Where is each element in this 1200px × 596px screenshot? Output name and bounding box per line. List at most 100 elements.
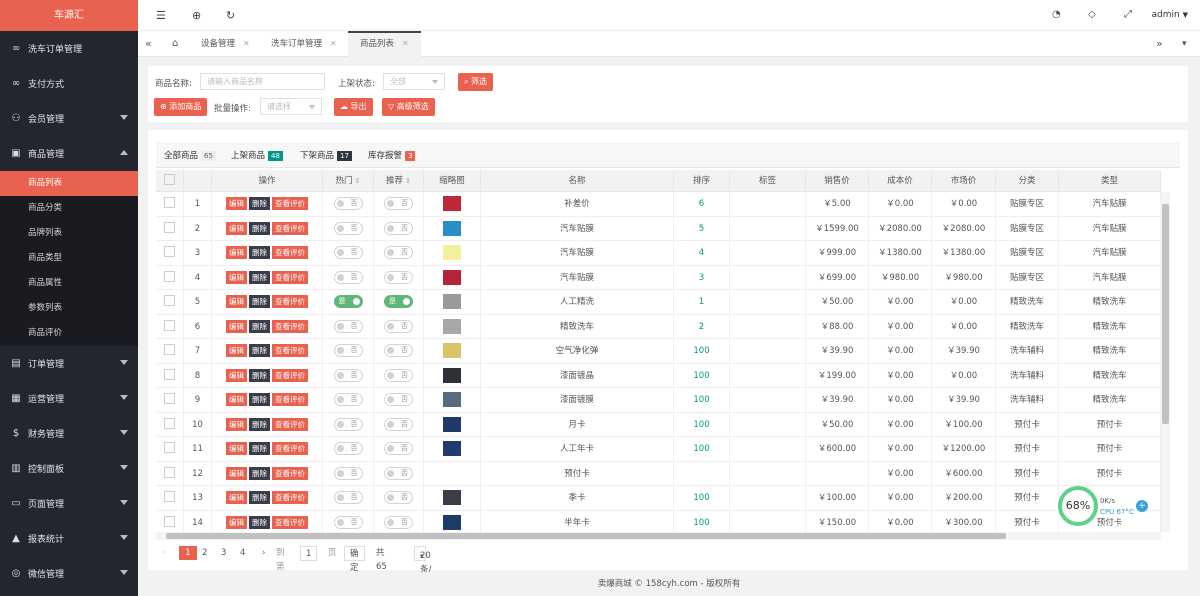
checkbox[interactable]: [164, 174, 175, 185]
row-checkbox[interactable]: [164, 515, 175, 527]
status-tab-0[interactable]: 全部商品 65: [164, 149, 216, 161]
search-button[interactable]: ⌕ 筛选: [458, 73, 494, 91]
page-3[interactable]: 3: [221, 546, 226, 560]
advanced-filter-button[interactable]: ▽ 高级筛选: [382, 98, 435, 116]
review-button[interactable]: 查看评价: [272, 221, 308, 235]
goto-confirm-button[interactable]: 确定: [344, 546, 365, 573]
expand-icon[interactable]: +: [1136, 500, 1148, 512]
edit-button[interactable]: 编辑: [226, 466, 247, 480]
tabs-menu-icon[interactable]: ▾: [1182, 31, 1187, 57]
recommend-toggle[interactable]: 否: [384, 442, 413, 455]
delete-button[interactable]: 删除: [249, 515, 270, 529]
review-button[interactable]: 查看评价: [272, 393, 308, 406]
cell-sort[interactable]: 100: [674, 339, 730, 364]
vertical-scroll-thumb[interactable]: [1162, 204, 1169, 424]
tab-wash-orders[interactable]: 洗车订单管理 ✕: [271, 31, 337, 57]
recommend-toggle[interactable]: 否: [384, 466, 413, 480]
goto-page-input[interactable]: 1: [300, 546, 318, 561]
tabs-next-icon[interactable]: »: [1156, 31, 1163, 57]
row-checkbox[interactable]: [164, 368, 175, 380]
next-page-icon[interactable]: ›: [262, 546, 265, 560]
page-4[interactable]: 4: [240, 546, 245, 560]
sidebar-subitem-1[interactable]: 商品分类: [0, 196, 138, 221]
select-all-checkbox[interactable]: [156, 170, 184, 191]
cell-sort[interactable]: 100: [674, 510, 730, 532]
review-button[interactable]: 查看评价: [272, 319, 308, 333]
recommend-toggle[interactable]: 否: [384, 393, 413, 406]
hot-toggle[interactable]: 否: [333, 246, 363, 259]
edit-button[interactable]: 编辑: [226, 295, 247, 308]
status-tab-3[interactable]: 库存报警 3: [368, 149, 416, 161]
sidebar-item-8[interactable]: ▭ 页面管理: [0, 486, 138, 521]
sidebar-item-3[interactable]: ▣ 商品管理: [0, 136, 138, 171]
sidebar-subitem-0[interactable]: 商品列表: [0, 171, 138, 196]
delete-button[interactable]: 删除: [249, 368, 270, 382]
sidebar-item-1[interactable]: ∞ 支付方式: [0, 66, 138, 101]
recommend-toggle[interactable]: 否: [384, 417, 413, 431]
home-icon[interactable]: ⌂: [172, 31, 178, 57]
delete-button[interactable]: 删除: [249, 270, 270, 284]
review-button[interactable]: 查看评价: [272, 442, 308, 455]
delete-button[interactable]: 删除: [249, 221, 270, 235]
product-thumbnail[interactable]: [443, 220, 461, 236]
hot-toggle[interactable]: 否: [333, 270, 363, 284]
cell-sort[interactable]: [674, 461, 730, 486]
horizontal-scroll-thumb[interactable]: [166, 533, 1006, 539]
delete-button[interactable]: 删除: [249, 491, 270, 504]
review-button[interactable]: 查看评价: [272, 344, 308, 357]
row-checkbox[interactable]: [164, 246, 175, 257]
sort-icon[interactable]: ⇕: [403, 177, 411, 185]
edit-button[interactable]: 编辑: [226, 368, 247, 382]
delete-button[interactable]: 删除: [249, 417, 270, 431]
product-thumbnail[interactable]: [443, 343, 461, 358]
close-icon[interactable]: ✕: [243, 39, 250, 48]
row-checkbox[interactable]: [164, 344, 175, 355]
sidebar-item-5[interactable]: ▦ 运营管理: [0, 381, 138, 416]
review-button[interactable]: 查看评价: [272, 515, 308, 529]
product-thumbnail[interactable]: [443, 318, 461, 334]
product-thumbnail[interactable]: [443, 294, 461, 309]
theme-icon[interactable]: ◔: [1052, 9, 1061, 20]
row-checkbox[interactable]: [164, 270, 175, 282]
status-select[interactable]: 全部: [383, 73, 445, 90]
hot-toggle[interactable]: 否: [333, 197, 363, 210]
product-thumbnail[interactable]: [443, 416, 461, 432]
hot-toggle[interactable]: 否: [333, 344, 363, 357]
row-checkbox[interactable]: [164, 442, 175, 453]
row-checkbox[interactable]: [164, 197, 175, 208]
edit-button[interactable]: 编辑: [226, 319, 247, 333]
edit-button[interactable]: 编辑: [226, 417, 247, 431]
product-thumbnail[interactable]: [443, 441, 461, 456]
row-checkbox[interactable]: [164, 417, 175, 429]
prev-page-icon[interactable]: ‹: [162, 546, 165, 560]
cell-sort[interactable]: 3: [674, 265, 730, 290]
recommend-toggle[interactable]: 否: [384, 221, 413, 235]
tabs-prev-icon[interactable]: «: [145, 31, 152, 57]
cell-sort[interactable]: 100: [674, 437, 730, 462]
cell-sort[interactable]: 100: [674, 388, 730, 413]
export-button[interactable]: ☁ 导出: [334, 98, 373, 116]
product-thumbnail[interactable]: [443, 490, 461, 505]
review-button[interactable]: 查看评价: [272, 295, 308, 308]
column-header-rec[interactable]: 推荐 ⇕: [374, 170, 424, 191]
sidebar-subitem-6[interactable]: 商品评价: [0, 321, 138, 346]
sidebar-subitem-4[interactable]: 商品属性: [0, 271, 138, 296]
menu-toggle-icon[interactable]: ☰: [156, 9, 166, 22]
sidebar-item-6[interactable]: $ 财务管理: [0, 416, 138, 451]
page-1[interactable]: 1: [179, 546, 197, 560]
admin-menu[interactable]: admin ▼: [1152, 10, 1188, 20]
hot-toggle[interactable]: 否: [333, 393, 363, 406]
product-thumbnail[interactable]: [443, 196, 461, 211]
cell-sort[interactable]: 100: [674, 412, 730, 437]
close-icon[interactable]: ✕: [330, 39, 337, 48]
fullscreen-icon[interactable]: ⤢: [1124, 9, 1132, 20]
sidebar-subitem-2[interactable]: 品牌列表: [0, 221, 138, 246]
refresh-icon[interactable]: ↻: [226, 9, 235, 22]
delete-button[interactable]: 删除: [249, 319, 270, 333]
sidebar-subitem-5[interactable]: 参数列表: [0, 296, 138, 321]
add-product-button[interactable]: ⊕ 添加商品: [154, 98, 208, 116]
hot-toggle[interactable]: 否: [333, 442, 363, 455]
tag-icon[interactable]: ◇: [1088, 9, 1096, 20]
hot-toggle[interactable]: 否: [333, 368, 363, 382]
delete-button[interactable]: 删除: [249, 197, 270, 210]
